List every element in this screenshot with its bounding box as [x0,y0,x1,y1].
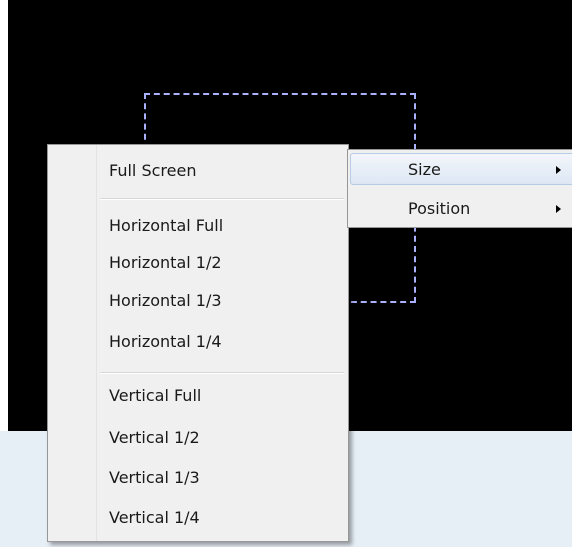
menu-separator [100,198,344,199]
menu-item-full-screen[interactable]: Full Screen [109,161,196,181]
menu-item-vertical-third[interactable]: Vertical 1/3 [109,468,200,488]
context-menu: Full Screen Horizontal Full Horizontal 1… [47,144,349,542]
menu-icon-gutter [48,145,97,541]
menu-item-horizontal-quarter[interactable]: Horizontal 1/4 [109,332,222,352]
submenu-item-size[interactable]: Size [408,160,441,180]
chevron-right-icon [556,166,561,174]
submenu-item-size-highlight [350,153,572,185]
menu-item-horizontal-half[interactable]: Horizontal 1/2 [109,253,222,273]
menu-item-vertical-half[interactable]: Vertical 1/2 [109,428,200,448]
menu-item-vertical-full[interactable]: Vertical Full [109,386,201,406]
menu-item-horizontal-third[interactable]: Horizontal 1/3 [109,291,222,311]
menu-separator [100,372,344,373]
chevron-right-icon [556,205,561,213]
menu-item-vertical-quarter[interactable]: Vertical 1/4 [109,508,200,528]
submenu: Size Position [347,149,572,228]
submenu-item-position[interactable]: Position [408,199,470,219]
menu-item-horizontal-full[interactable]: Horizontal Full [109,216,223,236]
